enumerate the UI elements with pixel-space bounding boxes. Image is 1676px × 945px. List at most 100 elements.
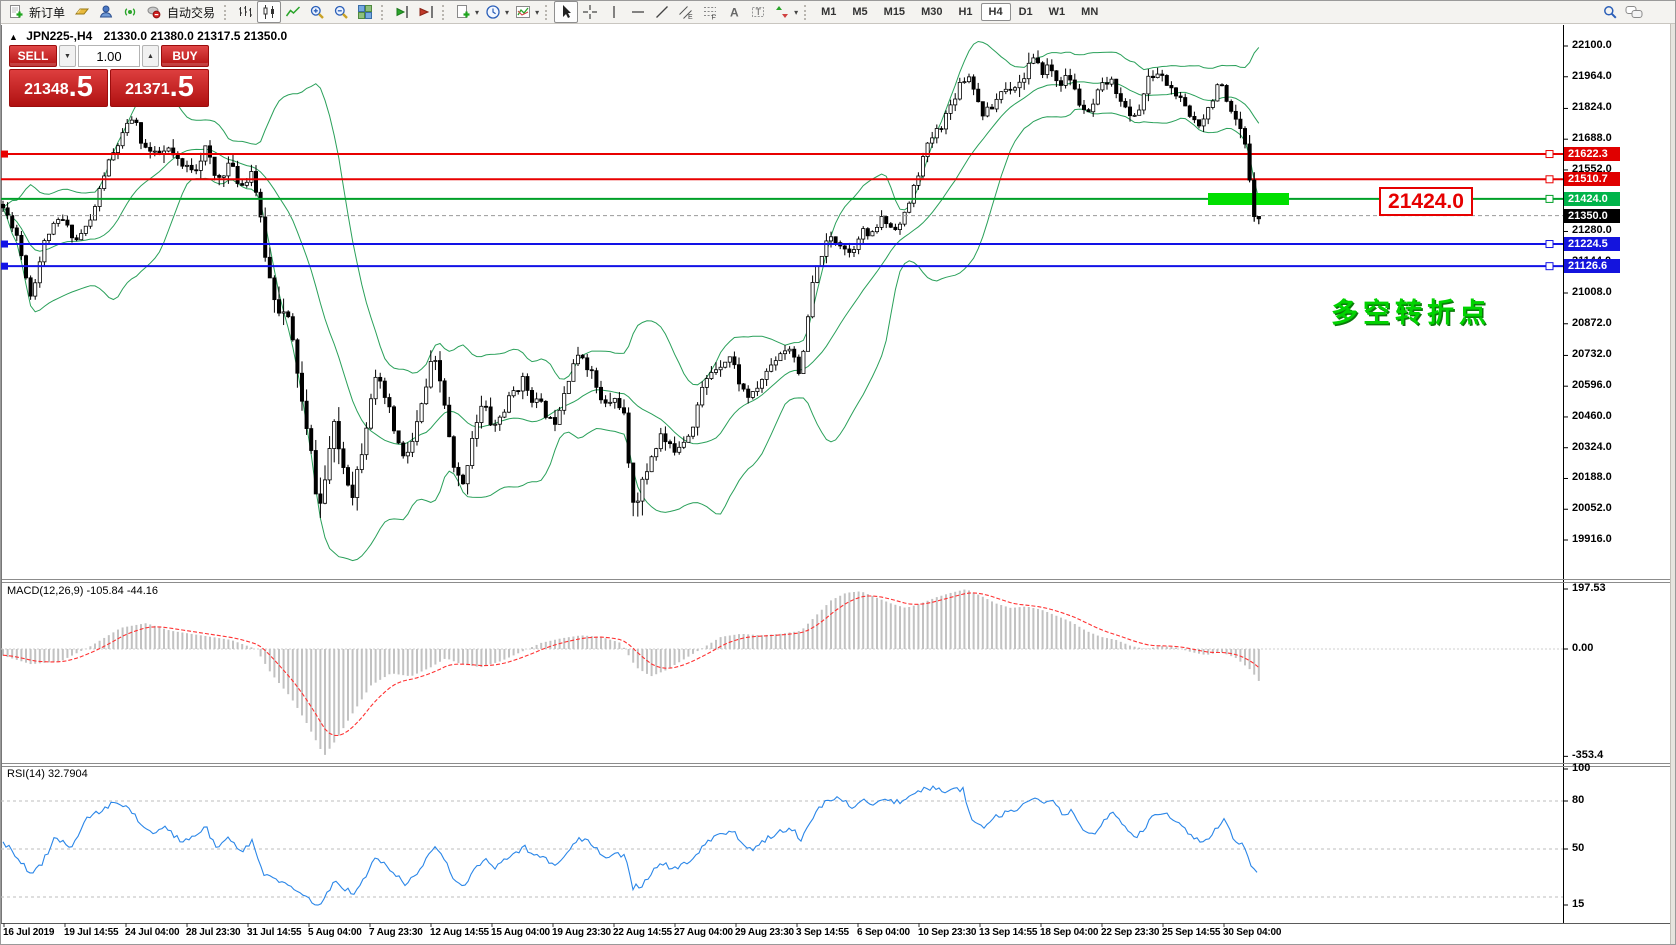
macd-tick-label: 197.53	[1572, 582, 1606, 594]
auto-trading-button[interactable]	[142, 1, 166, 23]
buy-button[interactable]: BUY	[161, 45, 209, 67]
highlight-box[interactable]	[1208, 193, 1289, 205]
price-badge: 21622.3	[1564, 147, 1620, 161]
candles	[1, 50, 1260, 518]
profile-icon[interactable]	[94, 1, 118, 23]
toolbar-grip	[442, 5, 447, 20]
chart-title: ▲ JPN225-,H4 21330.0 21380.0 21317.5 213…	[9, 29, 287, 43]
macd-tick-label: -353.4	[1572, 749, 1603, 761]
time-axis-label: 28 Jul 23:30	[186, 927, 240, 938]
search-icon[interactable]	[1598, 1, 1622, 23]
period-clock-button[interactable]	[481, 1, 505, 23]
time-axis-label: 24 Jul 04:00	[125, 927, 179, 938]
price-tick-label: 22100.0	[1572, 39, 1612, 51]
rsi-tick-label: 50	[1572, 842, 1584, 854]
one-click-trading-panel: SELL ▼ ▲ BUY 21348.5 21371.5	[9, 45, 209, 107]
macd-label: MACD(12,26,9) -105.84 -44.16	[7, 585, 158, 597]
volume-decrease-button[interactable]: ▼	[59, 45, 76, 67]
period-dropdown-caret[interactable]: ▾	[505, 8, 509, 17]
market-depth-icon[interactable]	[70, 1, 94, 23]
volume-increase-button[interactable]: ▲	[142, 45, 159, 67]
price-callout-21424[interactable]: 21424.0	[1379, 187, 1473, 216]
price-badge: 21224.5	[1564, 237, 1620, 251]
price-badge: 21424.0	[1564, 192, 1620, 206]
sell-price-button[interactable]: 21348.5	[9, 69, 108, 107]
volume-input[interactable]	[78, 45, 140, 67]
tile-windows-button[interactable]	[353, 1, 377, 23]
price-tick-label: 21964.0	[1572, 70, 1612, 82]
trendline-tool-button[interactable]	[650, 1, 674, 23]
zoom-out-button[interactable]	[329, 1, 353, 23]
new-chart-dropdown-caret[interactable]: ▾	[475, 8, 479, 17]
symbol-period-label: JPN225-,H4	[26, 29, 92, 43]
timeframe-button-H1[interactable]: H1	[950, 3, 980, 21]
timeframe-button-M30[interactable]: M30	[913, 3, 950, 21]
sell-price-main: 21348	[24, 73, 69, 106]
time-axis-label: 5 Aug 04:00	[308, 927, 362, 938]
timeframe-button-MN[interactable]: MN	[1073, 3, 1106, 21]
time-axis-label: 10 Sep 23:30	[918, 927, 976, 938]
horizontal-line-tool-button[interactable]	[626, 1, 650, 23]
new-order-button[interactable]	[4, 1, 28, 23]
turning-point-note[interactable]: 多空转折点	[1331, 291, 1491, 330]
crosshair-tool-button[interactable]	[578, 1, 602, 23]
cursor-tool-button[interactable]	[554, 1, 578, 23]
time-axis-label: 18 Sep 04:00	[1040, 927, 1098, 938]
price-tick-label: 20188.0	[1572, 471, 1612, 483]
timeframe-bar: M1M5M15M30H1H4D1W1MN	[813, 3, 1106, 21]
timeframe-button-M5[interactable]: M5	[844, 3, 875, 21]
bar-chart-button[interactable]	[233, 1, 257, 23]
candles-front	[1243, 126, 1260, 224]
price-tick-label: 20052.0	[1572, 502, 1612, 514]
timeframe-button-M15[interactable]: M15	[876, 3, 913, 21]
channel-tool-button[interactable]: E	[674, 1, 698, 23]
arrows-tool-button[interactable]	[770, 1, 794, 23]
price-tick-label: 21824.0	[1572, 101, 1612, 113]
sell-button[interactable]: SELL	[9, 45, 57, 67]
collapse-panel-icon[interactable]: ▲	[9, 32, 18, 42]
rsi-tick-label: 15	[1572, 898, 1584, 910]
time-axis-label: 7 Aug 23:30	[369, 927, 423, 938]
time-axis-label: 12 Aug 14:55	[430, 927, 489, 938]
svg-text:E: E	[688, 14, 693, 20]
svg-text:T: T	[756, 7, 762, 17]
text-label-tool-button[interactable]: T	[746, 1, 770, 23]
auto-scroll-button[interactable]	[414, 1, 438, 23]
buy-price-button[interactable]: 21371.5	[110, 69, 209, 107]
price-tick-label: 20460.0	[1572, 410, 1612, 422]
price-tick-label: 20596.0	[1572, 379, 1612, 391]
time-axis-label: 19 Aug 23:30	[552, 927, 611, 938]
rsi-tick-label: 100	[1572, 762, 1590, 774]
rsi-tick-label: 80	[1572, 794, 1584, 806]
chart-shift-button[interactable]	[390, 1, 414, 23]
price-tick-label: 20872.0	[1572, 317, 1612, 329]
chart-canvas[interactable]	[1, 1, 1676, 945]
time-axis-label: 30 Sep 04:00	[1223, 927, 1281, 938]
price-tick-label: 19916.0	[1572, 533, 1612, 545]
indicators-dropdown-caret[interactable]: ▾	[535, 8, 539, 17]
chat-icon[interactable]	[1622, 1, 1646, 23]
timeframe-button-H4[interactable]: H4	[981, 3, 1011, 21]
timeframe-button-D1[interactable]: D1	[1011, 3, 1041, 21]
macd-tick-label: 0.00	[1572, 642, 1593, 654]
signal-icon[interactable]	[118, 1, 142, 23]
toolbar-grip	[224, 5, 229, 20]
price-badge: 21350.0	[1564, 209, 1620, 223]
arrows-dropdown-caret[interactable]: ▾	[794, 8, 798, 17]
candlestick-chart-button[interactable]	[257, 1, 281, 23]
text-tool-button[interactable]: A	[722, 1, 746, 23]
indicators-button[interactable]	[511, 1, 535, 23]
zoom-in-button[interactable]	[305, 1, 329, 23]
buy-price-pip: .5	[170, 69, 194, 106]
line-chart-button[interactable]	[281, 1, 305, 23]
mt4-window: 新订单 自动交易 ▾ ▾ ▾ E F A T ▾	[0, 0, 1676, 945]
timeframe-button-W1[interactable]: W1	[1041, 3, 1074, 21]
time-axis-label: 15 Aug 04:00	[491, 927, 550, 938]
time-axis-label: 3 Sep 14:55	[796, 927, 849, 938]
new-order-label: 新订单	[29, 4, 65, 21]
fibonacci-tool-button[interactable]: F	[698, 1, 722, 23]
vertical-line-tool-button[interactable]	[602, 1, 626, 23]
svg-text:F: F	[712, 15, 716, 21]
new-chart-button[interactable]	[451, 1, 475, 23]
timeframe-button-M1[interactable]: M1	[813, 3, 844, 21]
